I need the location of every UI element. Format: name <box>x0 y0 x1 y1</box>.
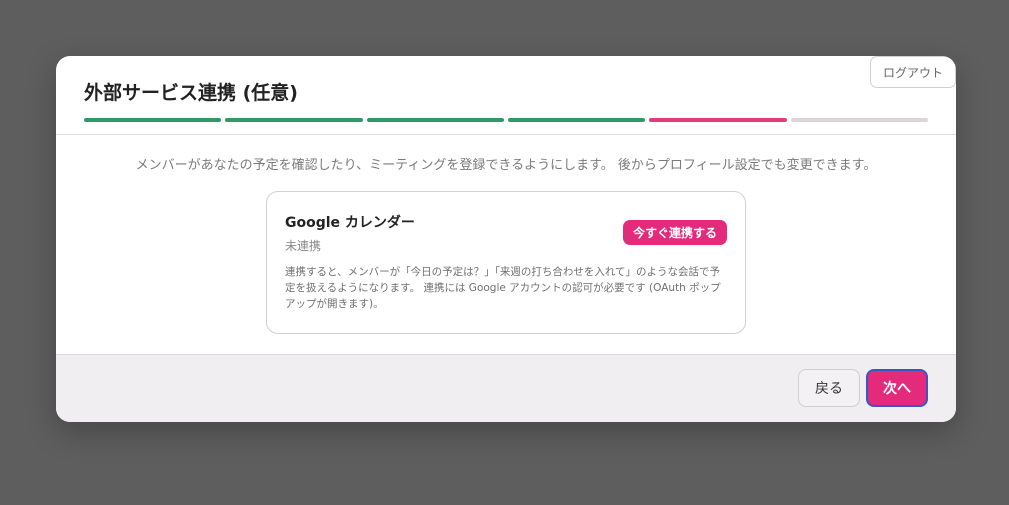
google-calendar-card: Google カレンダー 未連携 今すぐ連携する 連携すると、メンバーが「今日の… <box>266 191 746 334</box>
integration-name: Google カレンダー <box>285 215 415 231</box>
page-title: 外部サービス連携 (任意) <box>84 82 298 104</box>
logout-button[interactable]: ログアウト <box>870 56 956 88</box>
next-button[interactable]: 次へ <box>866 369 928 407</box>
progress-step-done <box>225 118 363 122</box>
intro-text: メンバーがあなたの予定を確認したり、ミーティングを登録できるようにします。 後か… <box>135 158 877 173</box>
connect-now-button[interactable]: 今すぐ連携する <box>622 220 727 245</box>
integration-status: 未連携 <box>285 239 322 253</box>
progress-step-done <box>366 118 504 122</box>
integration-description: 連携すると、メンバーが「今日の予定は？」「来週の打ち合わせを入れて」のような会話… <box>285 266 721 310</box>
modal-footer: 戻る 次へ <box>56 354 956 422</box>
back-button[interactable]: 戻る <box>798 369 860 407</box>
progress-step-current <box>649 118 787 122</box>
progress-step-done <box>507 118 646 122</box>
onboarding-modal: ログアウト 外部サービス連携 (任意) メンバーがあなたの予定を確認したり、ミー… <box>56 56 956 422</box>
progress-steps <box>84 118 928 122</box>
header-divider <box>56 134 956 135</box>
progress-step-pending <box>790 118 928 122</box>
progress-step-done <box>84 118 222 122</box>
